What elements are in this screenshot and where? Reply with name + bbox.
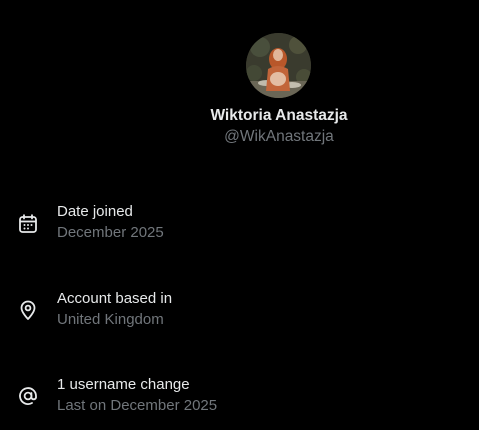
account-location-value: United Kingdom: [57, 311, 164, 328]
calendar-icon: [17, 213, 39, 235]
avatar-image: [246, 33, 311, 98]
account-location-label: Account based in: [57, 290, 173, 307]
username-change-row: 1 username change Last on December 2025: [0, 375, 479, 425]
date-joined-row: Date joined December 2025: [0, 202, 479, 252]
account-location-row: Account based in United Kingdom: [0, 289, 479, 339]
date-joined-value: December 2025: [57, 224, 164, 241]
username-change-value: Last on December 2025: [57, 397, 218, 414]
at-sign-icon: [17, 385, 39, 407]
location-pin-icon: [17, 299, 39, 321]
avatar[interactable]: [246, 33, 311, 98]
username-handle: @WikAnastazja: [224, 128, 334, 145]
display-name: Wiktoria Anastazja: [210, 107, 348, 124]
date-joined-label: Date joined: [57, 203, 133, 220]
username-change-label: 1 username change: [57, 376, 190, 393]
